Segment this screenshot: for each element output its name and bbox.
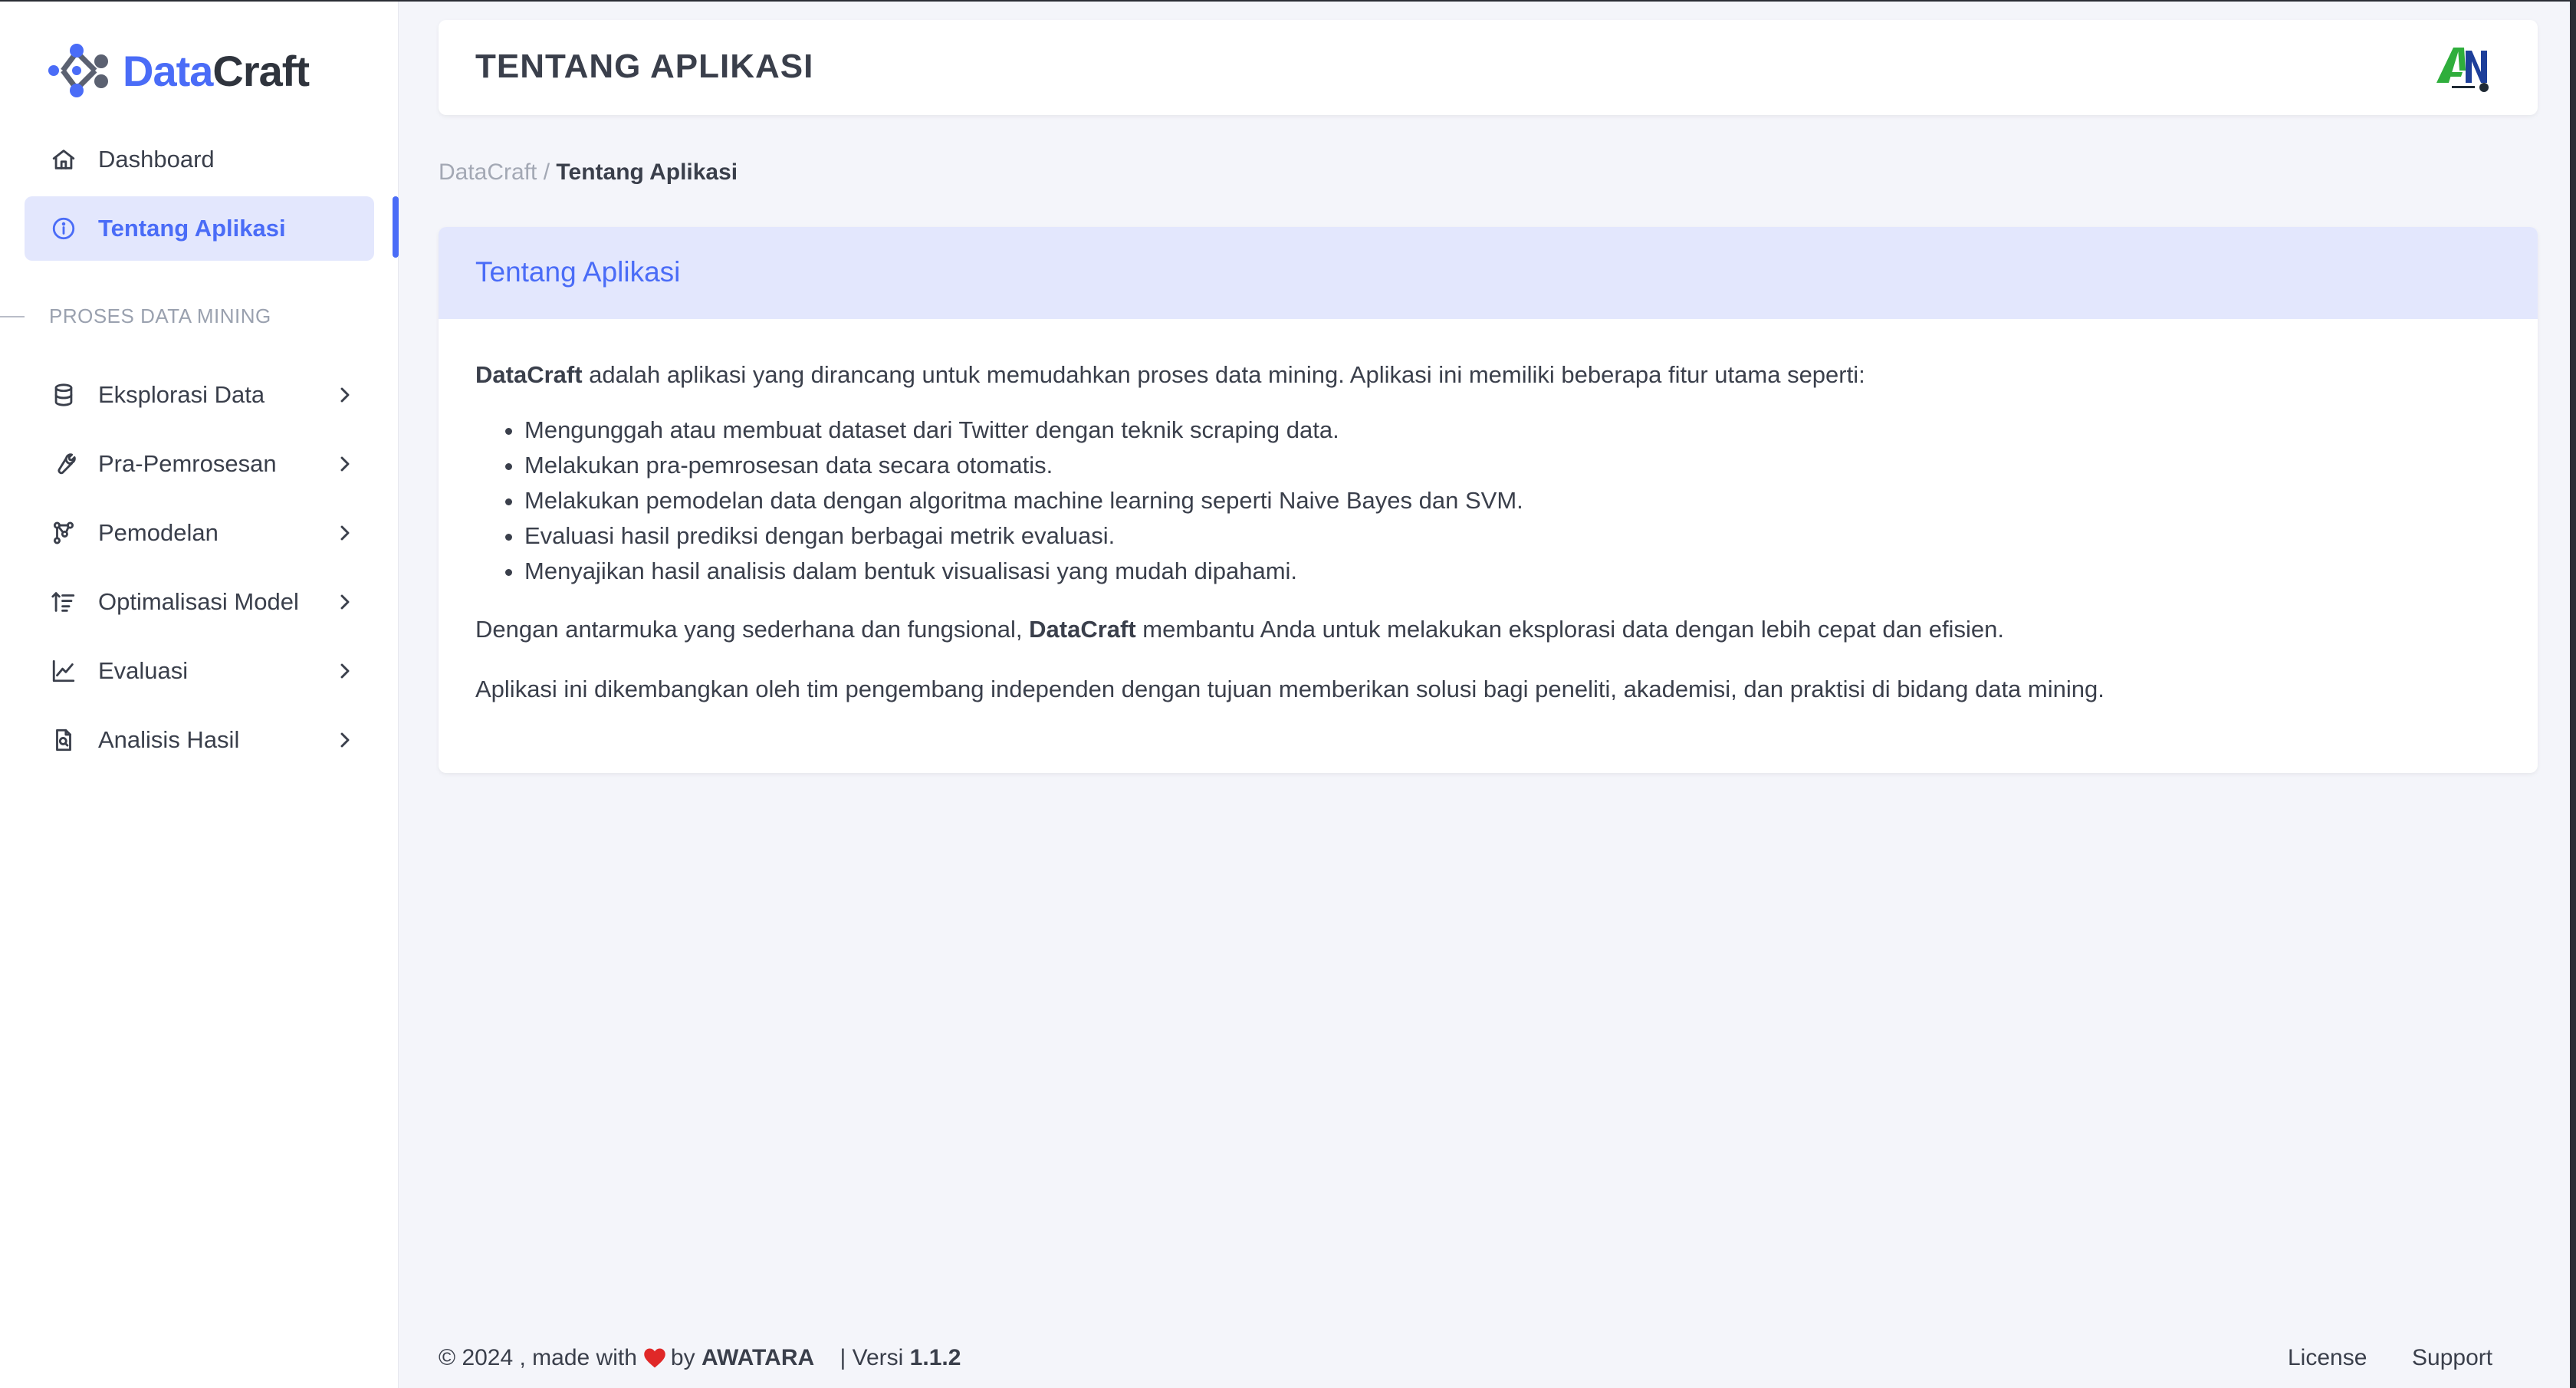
chevron-right-icon	[333, 521, 357, 545]
section-title: PROSES DATA MINING	[49, 304, 271, 327]
breadcrumb-separator: /	[543, 160, 550, 185]
license-link[interactable]: License	[2288, 1345, 2367, 1371]
summary-text-start: Dengan antarmuka yang sederhana dan fung…	[475, 616, 1030, 643]
active-indicator	[393, 196, 399, 258]
footer-copyright: © 2024 , made with by AWATARA | Versi 1.…	[439, 1345, 961, 1371]
chevron-right-icon	[333, 383, 357, 407]
developer-paragraph: Aplikasi ini dikembangkan oleh tim penge…	[475, 676, 2104, 702]
file-search-icon	[51, 727, 77, 753]
intro-paragraph: DataCraft adalah aplikasi yang dirancang…	[475, 357, 2499, 393]
line-chart-icon	[51, 658, 77, 684]
card-title: Tentang Aplikasi	[475, 256, 681, 288]
summary-paragraph: Dengan antarmuka yang sederhana dan fung…	[475, 612, 2499, 647]
window-frame-right	[2570, 0, 2576, 1388]
card-body: DataCraft adalah aplikasi yang dirancang…	[475, 357, 2499, 707]
sidebar-item-label: Eksplorasi Data	[98, 381, 265, 408]
sidebar-item-label: Dashboard	[98, 146, 215, 173]
sidebar-item-optimalisasi-model[interactable]: Optimalisasi Model	[25, 570, 374, 634]
sidebar-item-analisis-hasil[interactable]: Analisis Hasil	[25, 708, 374, 772]
brand-name-part2: Craft	[212, 46, 310, 95]
sidebar-item-label: Pra-Pemrosesan	[98, 450, 277, 477]
graph-nodes-icon	[51, 520, 77, 546]
about-card: Tentang Aplikasi DataCraft adalah aplika…	[439, 227, 2538, 773]
chevron-right-icon	[333, 452, 357, 476]
support-link[interactable]: Support	[2412, 1345, 2492, 1371]
version-label: | Versi	[840, 1345, 904, 1370]
sidebar-item-pemodelan[interactable]: Pemodelan	[25, 501, 374, 565]
version-number: 1.1.2	[909, 1345, 961, 1370]
intro-app-name: DataCraft	[475, 361, 583, 388]
wrench-icon	[51, 451, 77, 477]
brand-name-part1: Data	[123, 46, 213, 95]
summary-text-end: membantu Anda untuk melakukan eksplorasi…	[1135, 616, 2004, 643]
sidebar-item-eksplorasi-data[interactable]: Eksplorasi Data	[25, 363, 374, 427]
info-icon	[51, 215, 77, 242]
home-icon	[51, 146, 77, 173]
sidebar-item-label: Pemodelan	[98, 519, 219, 546]
section-divider	[0, 316, 25, 317]
sidebar-item-dashboard[interactable]: Dashboard	[25, 127, 374, 192]
list-item: Menyajikan hasil analisis dalam bentuk v…	[524, 554, 2499, 589]
list-item: Melakukan pra-pemrosesan data secara oto…	[524, 448, 2499, 483]
chevron-right-icon	[333, 659, 357, 683]
brand-logo[interactable]: DataCraft	[48, 41, 310, 100]
brand-name: DataCraft	[123, 46, 310, 96]
sidebar-item-evaluasi[interactable]: Evaluasi	[25, 639, 374, 703]
list-item: Melakukan pemodelan data dengan algoritm…	[524, 483, 2499, 518]
sidebar-item-label: Optimalisasi Model	[98, 588, 299, 615]
chevron-right-icon	[333, 728, 357, 752]
sidebar-item-label: Tentang Aplikasi	[98, 215, 286, 242]
heart-icon	[644, 1348, 665, 1368]
by-text: by	[670, 1345, 695, 1370]
breadcrumb-root-link[interactable]: DataCraft	[439, 160, 537, 185]
breadcrumb-current: Tentang Aplikasi	[556, 160, 738, 185]
sort-ascending-icon	[51, 589, 77, 615]
feature-list: Mengunggah atau membuat dataset dari Twi…	[475, 413, 2499, 589]
datacraft-logo-icon	[48, 44, 108, 97]
card-header: Tentang Aplikasi	[439, 227, 2538, 319]
sidebar-item-tentang-aplikasi[interactable]: Tentang Aplikasi	[25, 196, 374, 261]
page-title: TENTANG APLIKASI	[475, 48, 814, 85]
page-header: TENTANG APLIKASI	[439, 20, 2538, 115]
sidebar-item-pra-pemrosesan[interactable]: Pra-Pemrosesan	[25, 432, 374, 496]
breadcrumb: DataCraft / Tentang Aplikasi	[439, 160, 738, 186]
list-item: Evaluasi hasil prediksi dengan berbagai …	[524, 518, 2499, 554]
copyright-text: © 2024 , made with	[439, 1345, 637, 1370]
list-item: Mengunggah atau membuat dataset dari Twi…	[524, 413, 2499, 448]
sidebar-item-label: Analisis Hasil	[98, 726, 240, 753]
intro-text: adalah aplikasi yang dirancang untuk mem…	[582, 361, 1865, 388]
awatara-logo-icon[interactable]	[2432, 40, 2493, 95]
author-link[interactable]: AWATARA	[702, 1345, 814, 1371]
sidebar: DataCraft Dashboard Tentang Aplikasi PRO…	[0, 2, 399, 1388]
summary-app-name: DataCraft	[1029, 616, 1136, 643]
chevron-right-icon	[333, 590, 357, 614]
sidebar-item-label: Evaluasi	[98, 657, 189, 684]
database-icon	[51, 382, 77, 408]
